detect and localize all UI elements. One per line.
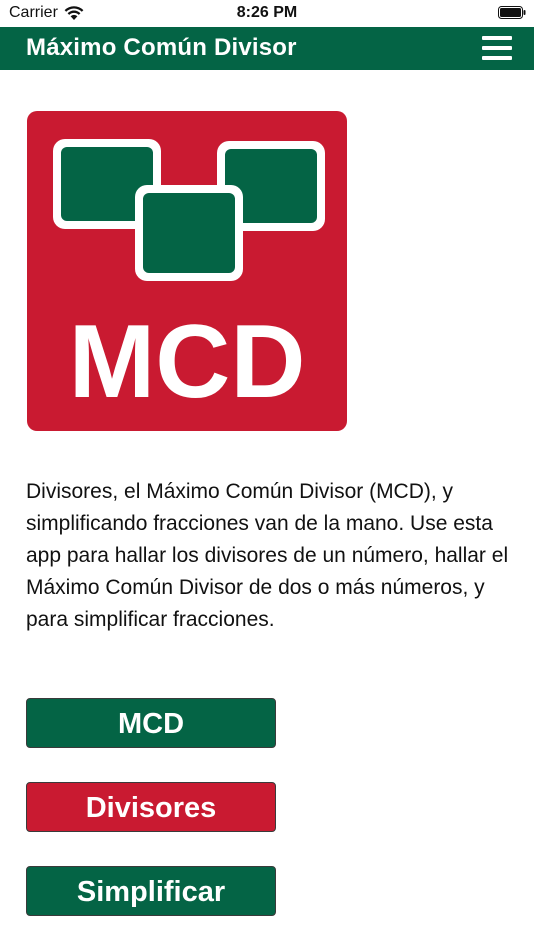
logo-square-middle xyxy=(143,193,235,273)
mcd-button[interactable]: MCD xyxy=(26,698,276,748)
status-bar: Carrier 8:26 PM xyxy=(0,0,534,27)
nav-bar: Máximo Común Divisor xyxy=(0,27,534,70)
battery-icon xyxy=(498,6,526,19)
simplificar-button[interactable]: Simplificar xyxy=(26,866,276,916)
page-title: Máximo Común Divisor xyxy=(26,34,297,61)
divisores-button[interactable]: Divisores xyxy=(26,782,276,832)
status-time: 8:26 PM xyxy=(236,4,298,21)
menu-button[interactable] xyxy=(482,36,512,61)
app-logo: MCD xyxy=(27,111,347,431)
hamburger-menu-icon xyxy=(482,36,512,60)
logo-text: MCD xyxy=(69,304,306,420)
app-description: Divisores, el Máximo Común Divisor (MCD)… xyxy=(26,480,509,631)
